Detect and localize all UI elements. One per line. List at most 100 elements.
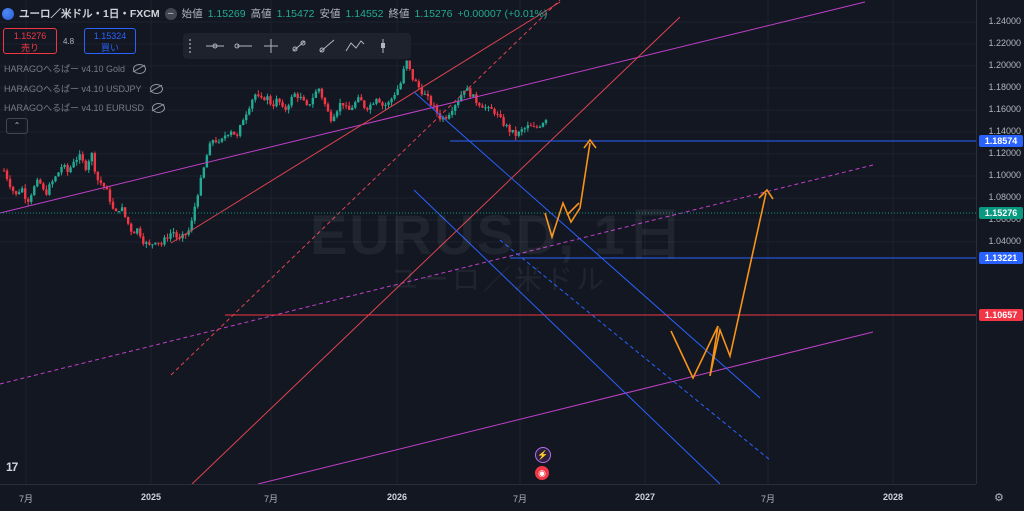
candle-body [72,161,75,168]
collapse-dash-icon[interactable]: – [164,7,177,20]
candle-body [511,129,514,133]
high-value: 1.15472 [276,7,315,20]
price-tag[interactable]: 1.10657 [979,309,1023,321]
trend-line-icon[interactable] [287,36,311,56]
sell-label: 売り [20,43,39,53]
gear-icon[interactable]: ⚙ [994,491,1004,504]
indicator-row-gold[interactable]: HARAGOへるぱー v4.10 Gold [4,62,147,75]
candle-body [314,91,318,98]
indicator-row-usdjpy[interactable]: HARAGOへるぱー v4.10 USDJPY [4,82,163,95]
time-tick-label: 2025 [140,492,162,502]
candle-body [378,98,381,103]
eye-hidden-icon[interactable] [149,83,163,94]
drag-handle-icon[interactable] [189,39,195,53]
tradingview-logo[interactable]: 17 [6,460,18,474]
candle-body [145,242,148,244]
candle-body [278,98,281,103]
candle-body [335,111,339,117]
candle-body [529,125,533,127]
candle-body [60,166,63,173]
candle-body [514,129,517,136]
price-tag[interactable]: 1.13221 [979,252,1023,264]
low-value: 1.14552 [345,7,384,20]
candle-body [33,186,36,196]
candle-body [129,223,133,232]
candle-body [296,93,299,99]
candle-body [366,107,369,110]
candle-body [541,122,545,127]
candle-body [45,189,48,195]
candle-body [11,186,15,192]
candle-body [226,134,230,136]
path-tool-icon[interactable] [343,36,367,56]
candle-body [48,184,51,195]
price-tag[interactable]: 1.15276 [979,207,1023,219]
candle-body [148,242,151,245]
buy-button[interactable]: 1.15324 買い [84,28,136,54]
price-tag[interactable]: 1.18574 [979,135,1023,147]
candle-body [411,69,414,80]
candle-body [30,195,33,202]
sell-button[interactable]: 1.15276 売り [3,28,57,54]
candle-body [302,96,305,101]
candle-body [517,131,520,136]
eye-hidden-icon[interactable] [152,102,166,113]
candle-body [423,93,427,95]
symbol-flag-icon [2,7,14,20]
candle-body [211,140,215,144]
eye-hidden-icon[interactable] [133,63,147,74]
open-value: 1.15269 [207,7,246,20]
candle-body [54,176,57,182]
candle-body [163,237,166,245]
price-tick-label: 1.12000 [988,148,1021,158]
candle-body [266,96,269,101]
candle-body [363,100,366,108]
symbol-title[interactable]: ユーロ／米ドル・1日・FXCM [19,6,160,21]
collapse-indicators-button[interactable]: ⌃ [6,118,28,134]
candle-body [205,155,209,168]
price-tick-label: 1.10000 [988,170,1021,180]
candle-body [2,170,6,172]
time-tick-label: 2027 [634,492,656,502]
time-axis[interactable]: 7月 2025 7月 2026 7月 2027 7月 2028 [0,484,976,511]
crosshair-tool-icon[interactable] [259,36,283,56]
indicator-label: HARAGOへるぱー v4.10 Gold [4,64,126,74]
candle-body [99,180,103,184]
candle-body [323,97,327,105]
candle-body [453,105,457,111]
candle-body [166,237,169,239]
candle-body [414,79,417,82]
close-label: 終値 [388,8,410,20]
economic-event-icon[interactable]: ◉ [535,466,549,480]
candle-body [538,126,542,128]
candle-body [299,96,302,99]
candle-body [123,207,127,217]
candle-body [347,105,351,110]
candle-body [417,81,421,88]
ray-tool-icon[interactable] [231,36,255,56]
cursor-tool-icon[interactable] [371,36,395,56]
symbol-header: ユーロ／米ドル・1日・FXCM – 始値 1.15269 高値 1.15472 … [2,6,547,21]
candle-body [151,244,154,246]
drawing-toolbar [183,33,411,59]
candle-body [484,107,487,109]
extended-line-icon[interactable] [315,36,339,56]
candle-body [381,102,384,106]
candle-body [157,242,160,244]
candle-body [139,228,142,237]
candle-body [217,141,221,143]
price-axis[interactable]: 1.24000 1.22000 1.20000 1.18000 1.16000 1.140… [976,0,1024,484]
spread-value: 4.8 [63,37,75,46]
chart-watermark-subtitle: ユーロ／米ドル [390,264,608,295]
candle-body [426,93,430,97]
candle-body [27,199,30,202]
line-tool-icon[interactable] [203,36,227,56]
candle-body [493,108,496,114]
candle-body [287,105,290,110]
indicator-row-eurusd[interactable]: HARAGOへるぱー v4.10 EURUSD [4,101,166,114]
lightning-event-icon[interactable]: ⚡ [535,447,551,463]
candle-body [320,88,324,98]
candle-body [17,192,21,195]
candle-body [469,88,472,97]
candle-body [375,98,378,104]
